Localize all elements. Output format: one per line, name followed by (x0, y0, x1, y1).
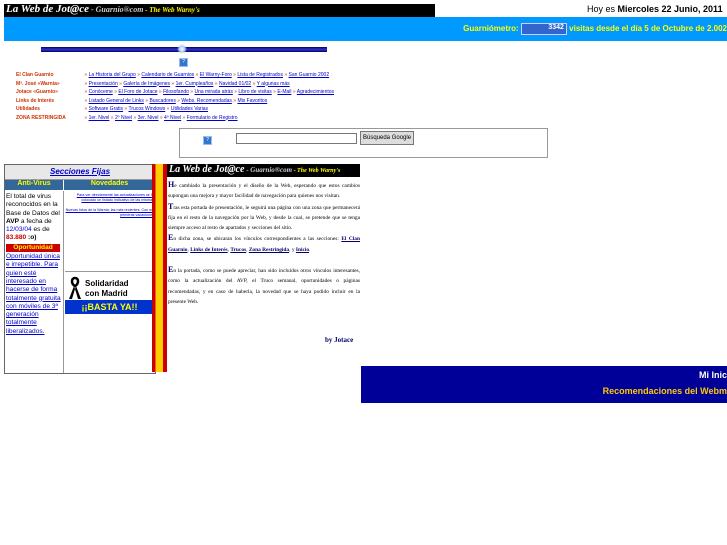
link-zona-restringida[interactable]: Zona Restringida (249, 247, 289, 253)
menu-section-label: ZONA RESTRINGIDA (16, 114, 66, 121)
menu-link[interactable]: Y algunas más (257, 81, 290, 87)
current-date: Hoy es Miercoles 22 Junio, 2011 (587, 4, 723, 14)
menu-link[interactable]: Listado General de Links (89, 98, 144, 104)
menu-link[interactable]: Filosofando (163, 89, 189, 95)
menu-link[interactable]: Utilidades Varias (171, 106, 208, 112)
basta-ya-banner[interactable]: ¡¡BASTA YA!! (65, 300, 154, 314)
menu-link[interactable]: El Warny-Foro (200, 72, 232, 78)
menu-link[interactable]: Presentación (89, 81, 118, 87)
menu-link[interactable]: 2º Nivel (115, 115, 132, 121)
antivirus-column: El total de virus reconocidos en la Base… (6, 193, 61, 335)
news-column: Para ver directamente las actualizacione… (65, 193, 155, 217)
paragraph-3: En dicha zona, se ubicaran los vínculos … (168, 233, 360, 253)
menu-link[interactable]: Trucos Windows (129, 106, 166, 112)
search-input[interactable] (236, 133, 357, 144)
menu-link[interactable]: Formulario de Registro (187, 115, 238, 121)
menu-link[interactable]: Software Gratis (89, 106, 123, 112)
menu-link[interactable]: 1er. Nivel (89, 115, 110, 121)
menu-link[interactable]: 1er. Cumpleaños (176, 81, 214, 87)
counter-value: 3342 (520, 23, 567, 35)
menu-link[interactable]: Webs. Recomendadas (181, 98, 232, 104)
menu-link[interactable]: Agradecimientos (297, 89, 334, 95)
menu-link[interactable]: E-Mail (277, 89, 291, 95)
menu-section-label: El Clan Guarnio (16, 72, 54, 78)
fixed-sections-panel: Secciones Fijas Anti-Virus Novedades El … (4, 164, 156, 374)
menu-link[interactable]: 4º Nivel (164, 115, 181, 121)
counter-bar: Guarniómetro: 3342 visitas desde el día … (4, 17, 727, 41)
antivirus-heading: Anti-Virus (5, 180, 63, 190)
opportunity-link[interactable]: Oportunidad única e irrepetible. Para qu… (6, 253, 61, 335)
site-menu: El Clan Guarnio » La Historia del Grupo … (16, 71, 436, 122)
google-search-button[interactable]: Búsqueda Google (360, 131, 415, 145)
menu-row: El Clan Guarnio » La Historia del Grupo … (16, 72, 330, 78)
menu-section-label: Jotace «Guarnio» (16, 89, 58, 95)
menu-link[interactable]: Conóceme (89, 89, 113, 95)
sparkle-icon (177, 44, 187, 54)
news-heading: Novedades (64, 180, 155, 190)
opportunity-banner[interactable]: Oportunidad (6, 243, 60, 253)
search-panel: ? Búsqueda Google (179, 128, 548, 158)
main-title-bar: La Web de Jot@ce - Guarnio®com - The Web… (167, 164, 360, 177)
news-item-updates[interactable]: Para ver directamente las actualizacione… (65, 193, 155, 202)
byline: by Jotace (325, 336, 354, 344)
menu-link[interactable]: Mis Favoritos (237, 98, 267, 104)
menu-row: Mª. José «Warnia» » Presentación » Galer… (16, 80, 290, 87)
menu-section-label: Links de Interés (16, 97, 55, 104)
bottom-banner: Mi Inic Recomendaciones del Webm (361, 366, 727, 403)
menu-link[interactable]: Libro de visitas (238, 89, 271, 95)
link-trucos[interactable]: Trucos (230, 247, 246, 253)
help-icon[interactable]: ? (179, 58, 188, 67)
menu-link[interactable]: Lista de Registrados (237, 72, 283, 78)
menu-row: Jotace «Guarnio» » Conóceme » El Foro de… (16, 89, 335, 95)
menu-link[interactable]: Galería de Imágenes (123, 81, 170, 87)
news-item-photos[interactable]: Nuevas fotos de la Warnia; las más recie… (65, 208, 155, 217)
menu-link[interactable]: 3er. Nivel (138, 115, 159, 121)
link-interes[interactable]: Links de Interés (190, 247, 227, 253)
site-title-bar: La Web de Jot@ce - Guarnio®com - The Web… (4, 3, 435, 17)
menu-row: Links de Interés » Listado General de Li… (16, 97, 268, 104)
site-title: La Web de Jot@ce - Guarnio®com - The Web… (6, 3, 200, 15)
menu-link[interactable]: Navidad 01/02 (219, 81, 251, 87)
main-content: He cambiado la presentación y el diseño … (168, 180, 360, 307)
menu-link[interactable]: Calendario de Guarnios (141, 72, 194, 78)
menu-section-label: Utilidades (16, 106, 40, 112)
menu-link[interactable]: La Historia del Grupo (89, 72, 136, 78)
paragraph-4: En la portada, como se puede apreciar, h… (168, 265, 360, 305)
fixed-sections-heading[interactable]: Secciones Fijas (5, 165, 155, 180)
menu-link[interactable]: Una mirada atrás (194, 89, 232, 95)
paragraph-1: He cambiado la presentación y el diseño … (168, 180, 360, 200)
my-home-link[interactable]: Mi Inic (699, 370, 727, 380)
menu-row: ZONA RESTRINGIDA » 1er. Nivel » 2º Nivel… (16, 114, 238, 121)
menu-link[interactable]: El Foro de Jotace (118, 89, 157, 95)
link-inicio[interactable]: Inicio (296, 247, 309, 253)
menu-row: Utilidades » Software Gratis » Trucos Wi… (16, 106, 208, 112)
visit-counter: Guarniómetro: 3342 visitas desde el día … (463, 23, 727, 35)
menu-link[interactable]: Buscadores (149, 98, 175, 104)
google-icon: ? (203, 136, 212, 145)
webmaster-recommendations[interactable]: Recomendaciones del Webm (603, 386, 727, 396)
spain-flag (152, 164, 167, 372)
menu-link[interactable]: San Guarnio 2002 (289, 72, 330, 78)
menu-section-label: Mª. José «Warnia» (16, 80, 60, 87)
paragraph-2: Tras esta portada de presentación, le se… (168, 201, 360, 232)
black-ribbon-icon (69, 276, 81, 299)
